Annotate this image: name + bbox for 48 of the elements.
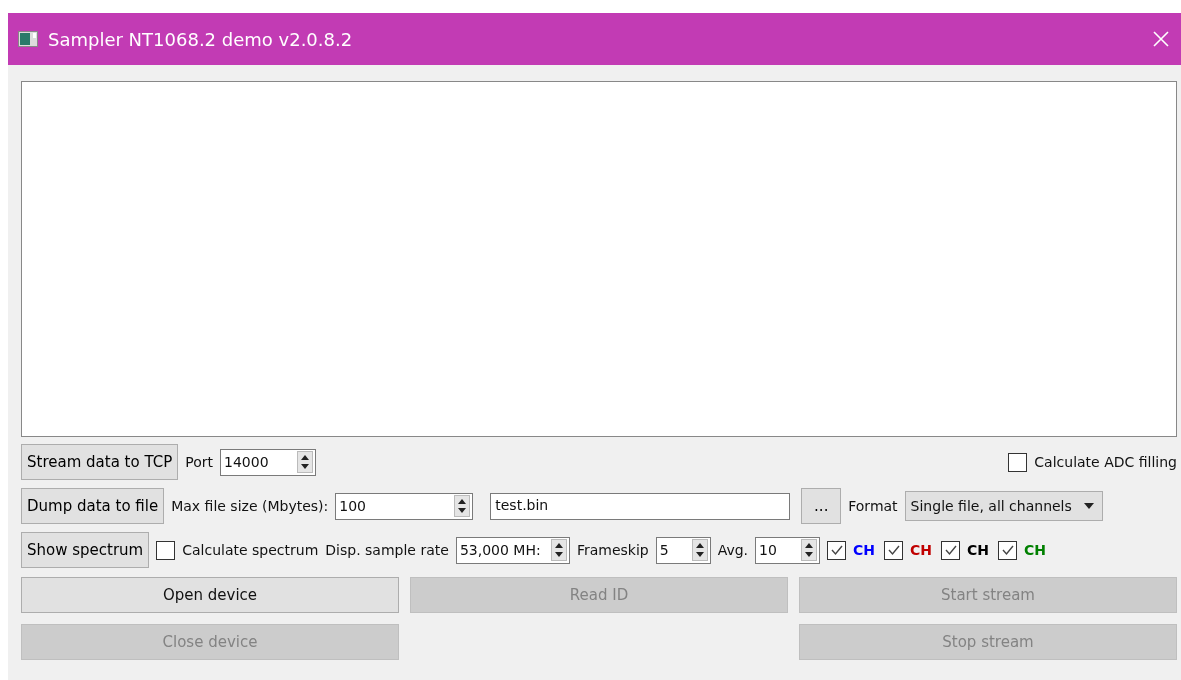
checkbox[interactable] [884, 540, 904, 560]
show-spectrum-button[interactable]: Show spectrum [21, 532, 150, 568]
spin-arrows-icon[interactable] [691, 539, 708, 561]
spin-value: 100 [339, 498, 366, 514]
port-label: Port [185, 454, 213, 470]
spin-box[interactable]: 5 [655, 536, 711, 564]
spin-value: 5 [659, 542, 669, 558]
checkbox[interactable] [827, 540, 847, 560]
spin-value: 10 [759, 542, 777, 558]
browse-button[interactable]: ... [801, 488, 842, 524]
format-label: Format [848, 498, 898, 514]
channel-label: CH [967, 542, 990, 558]
spin-box[interactable]: 53,000 MH: [455, 536, 570, 564]
spin-arrows-icon[interactable] [454, 495, 471, 517]
spin-value: 53,000 MH: [459, 542, 541, 558]
spin-box[interactable]: 100 [335, 492, 474, 520]
spin-box[interactable]: 14000 [220, 448, 316, 476]
adc-filling-label: Calculate ADC filling [1034, 454, 1177, 470]
checkmark-icon [886, 543, 901, 557]
sample-rate-label: Disp. sample rate [325, 542, 449, 558]
checkbox[interactable] [998, 540, 1018, 560]
spin-arrows-icon[interactable] [801, 539, 818, 561]
avg-label: Avg. [717, 542, 749, 558]
window-title: Sampler NT1068.2 demo v2.0.8.2 [48, 28, 354, 50]
dump-file-button[interactable]: Dump data to file [21, 488, 165, 524]
format-dropdown[interactable]: Single file, all channels [904, 491, 1103, 521]
checkbox[interactable] [156, 540, 176, 560]
spin-value: 14000 [224, 454, 269, 470]
checkmark-icon [829, 543, 844, 557]
caret-icon [1083, 503, 1094, 509]
checkmark-icon [943, 543, 958, 557]
action-button[interactable]: Open device [21, 577, 399, 613]
channel-label: CH [853, 542, 876, 558]
max-file-size-label: Max file size (Mbytes): [171, 498, 329, 514]
close-icon[interactable] [1153, 31, 1169, 47]
checkbox[interactable] [1008, 452, 1028, 472]
checkmark-icon [1000, 543, 1015, 557]
stream-tcp-button[interactable]: Stream data to TCP [21, 444, 179, 480]
channel-label: CH [1024, 542, 1047, 558]
file-name-field[interactable]: test.bin [490, 492, 791, 520]
spin-arrows-icon[interactable] [550, 539, 567, 561]
channel-label: CH [910, 542, 933, 558]
frameskip-label: Frameskip [576, 542, 649, 558]
app-icon [18, 31, 38, 47]
calculate-spectrum-label: Calculate spectrum [182, 542, 319, 558]
checkbox[interactable] [941, 540, 961, 560]
spin-arrows-icon[interactable] [297, 451, 313, 473]
spin-box[interactable]: 10 [755, 536, 821, 564]
